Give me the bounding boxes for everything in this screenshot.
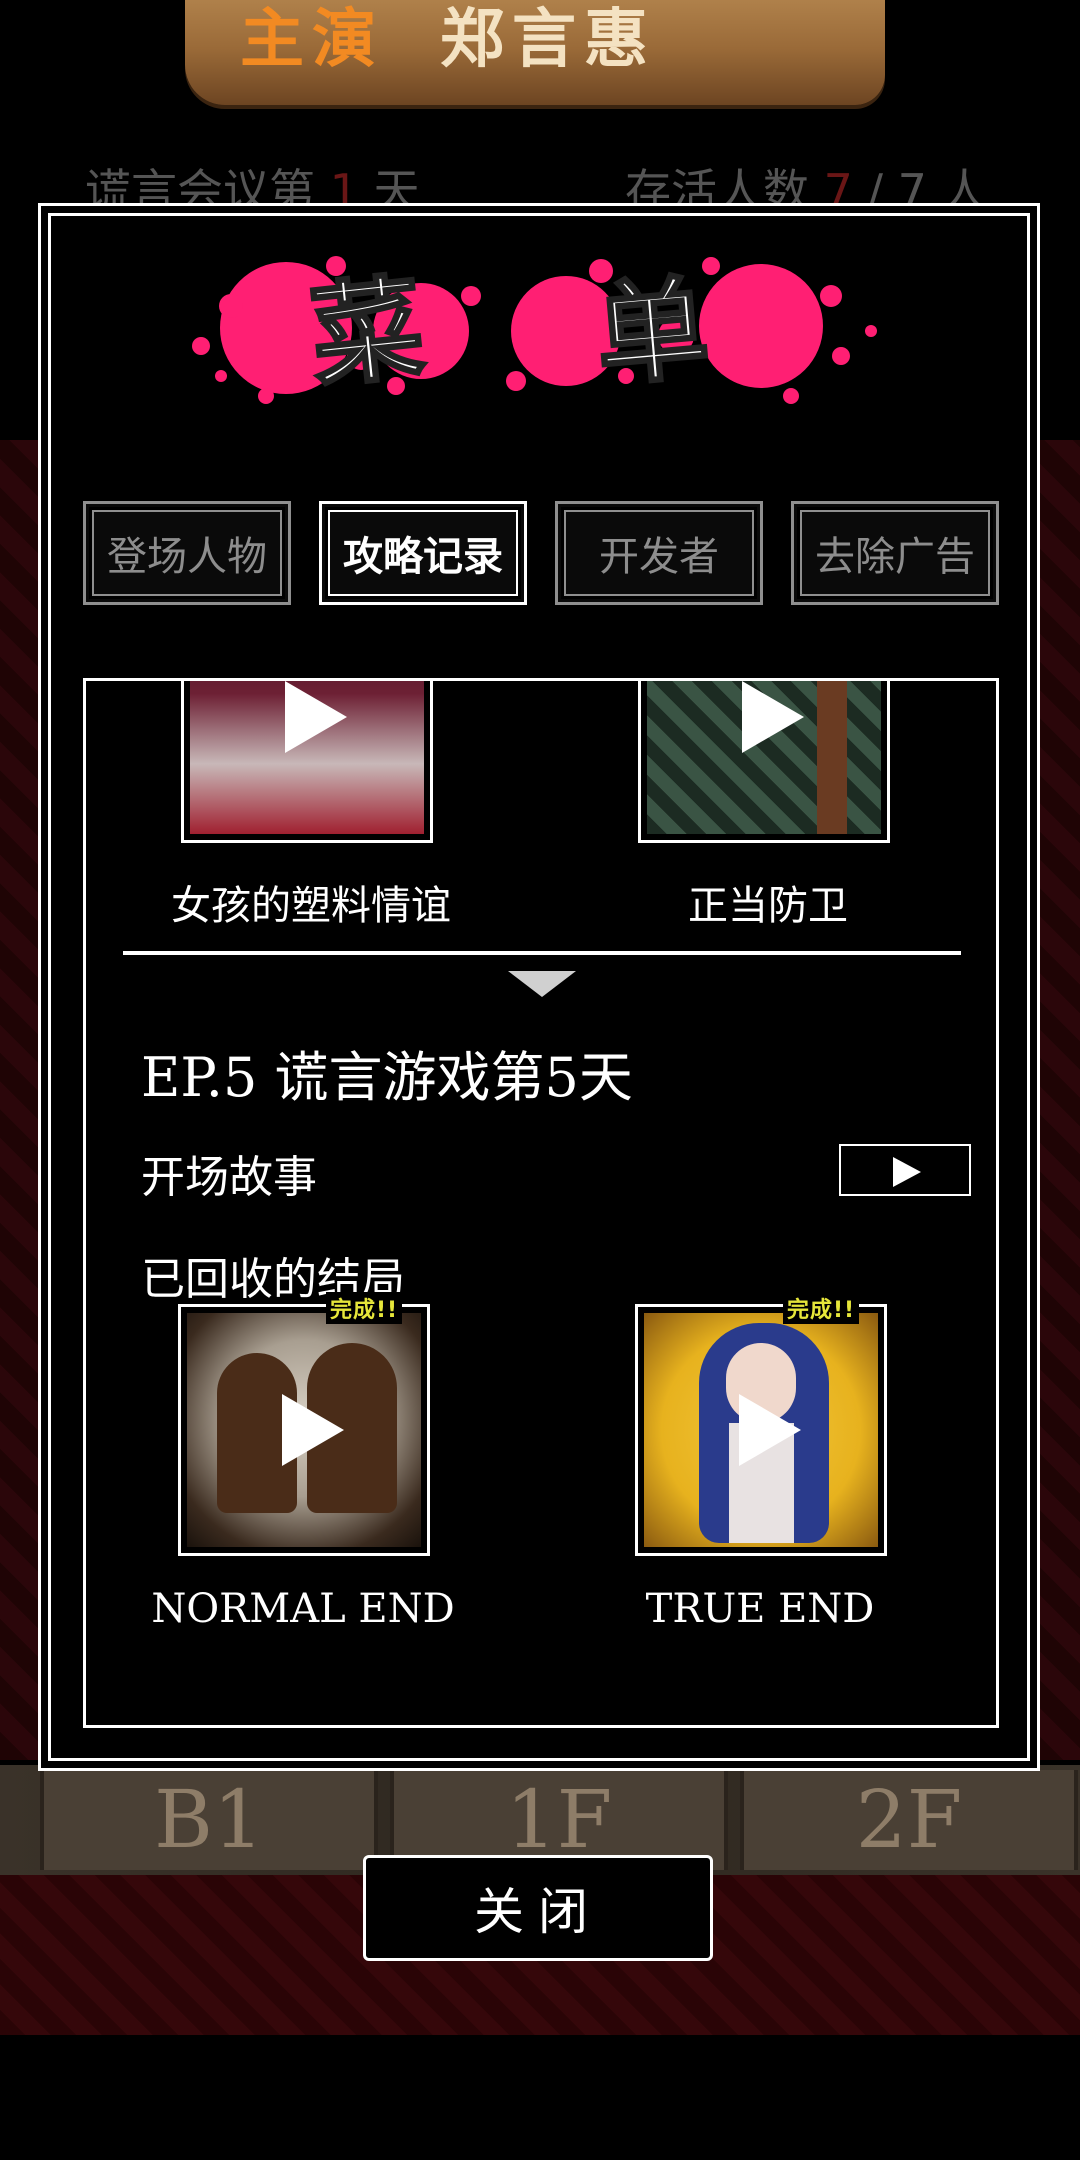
play-icon	[739, 1394, 801, 1466]
starring-banner: 主演 郑言惠	[185, 0, 885, 105]
completed-badge: 完成!!	[326, 1292, 403, 1324]
menu-title-char-1: 菜	[305, 263, 430, 404]
menu-tabs: 登场人物 攻略记录 开发者 去除广告	[83, 501, 999, 609]
banner-left-text: 主演	[240, 3, 384, 77]
girl-portrait-image	[190, 681, 424, 834]
normal-end-image	[187, 1313, 421, 1547]
tab-walkthrough-label: 攻略记录	[343, 534, 503, 580]
menu-dialog: 菜 单 登场人物 攻略记录 开发者 去除广告 女孩的塑料情谊 正当防卫 EP.5…	[38, 203, 1040, 1771]
chevron-down-icon	[508, 971, 576, 997]
ending-caption: 正当防卫	[688, 883, 848, 929]
play-icon	[742, 681, 804, 753]
tab-characters[interactable]: 登场人物	[83, 501, 291, 605]
banner-right-text: 郑言惠	[440, 3, 656, 77]
walkthrough-list[interactable]: 女孩的塑料情谊 正当防卫 EP.5 谎言游戏第5天 开场故事 已回收的结局	[83, 678, 999, 1728]
menu-title-char-2: 单	[591, 263, 714, 402]
ending-caption: TRUE END	[645, 1586, 875, 1632]
tab-walkthrough[interactable]: 攻略记录	[319, 501, 527, 605]
episode-title: EP.5 谎言游戏第5天	[141, 1046, 633, 1109]
play-icon	[893, 1157, 921, 1187]
floor-2f: 2F	[740, 1770, 1078, 1870]
ending-thumb-true-end[interactable]	[635, 1304, 887, 1556]
tab-remove-ads-label: 去除广告	[815, 534, 975, 580]
tab-developer-label: 开发者	[599, 534, 719, 580]
tab-developer[interactable]: 开发者	[555, 501, 763, 605]
tab-remove-ads[interactable]: 去除广告	[791, 501, 999, 605]
opening-story-label: 开场故事	[141, 1152, 317, 1203]
completed-badge: 完成!!	[783, 1292, 860, 1324]
ending-caption: NORMAL END	[151, 1586, 455, 1632]
ending-thumb-plastic-friendship[interactable]	[181, 681, 433, 843]
tab-characters-label: 登场人物	[107, 534, 267, 580]
floor-b1: B1	[40, 1770, 378, 1870]
section-divider	[123, 951, 961, 955]
self-defense-image	[647, 681, 881, 834]
opening-story-play-button[interactable]	[839, 1144, 971, 1196]
wall-right	[1035, 440, 1080, 1760]
menu-title-splat: 菜 单	[192, 256, 877, 405]
play-icon	[285, 681, 347, 753]
wooden-bat-shape	[817, 681, 847, 834]
ending-caption: 女孩的塑料情谊	[171, 883, 451, 929]
play-icon	[282, 1394, 344, 1466]
true-end-image	[644, 1313, 878, 1547]
close-button[interactable]: 关闭	[363, 1855, 713, 1961]
ending-thumb-self-defense[interactable]	[638, 681, 890, 843]
ending-thumb-normal-end[interactable]	[178, 1304, 430, 1556]
